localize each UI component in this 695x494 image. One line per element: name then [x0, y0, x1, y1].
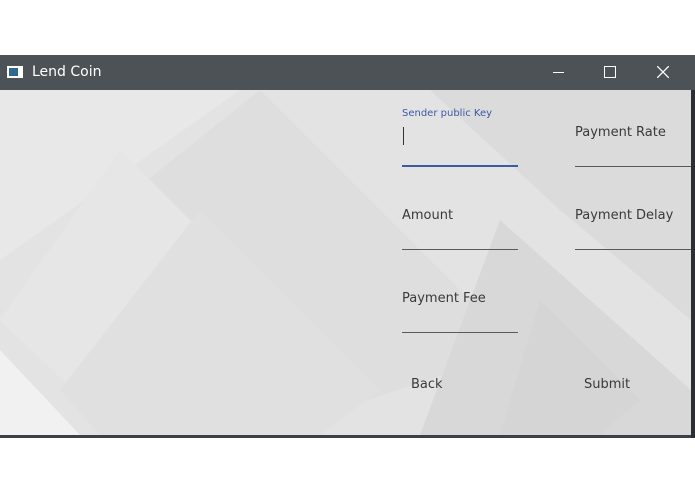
- maximize-button[interactable]: [584, 55, 636, 90]
- minimize-icon: [553, 72, 564, 73]
- app-icon: [7, 66, 23, 78]
- title-bar[interactable]: Lend Coin: [0, 55, 695, 90]
- sender-public-key-field[interactable]: Sender public Key: [402, 108, 518, 167]
- maximize-icon: [604, 66, 616, 78]
- payment-delay-field[interactable]: Payment Delay: [575, 191, 691, 250]
- close-button[interactable]: [637, 55, 689, 90]
- window-title: Lend Coin: [32, 64, 102, 80]
- sender-public-key-underline: [402, 165, 518, 167]
- form-content-area: Sender public Key Payment Rate Amount Pa…: [0, 90, 691, 435]
- payment-rate-underline: [575, 166, 691, 167]
- amount-field[interactable]: Amount: [402, 191, 518, 250]
- submit-button[interactable]: Submit: [575, 373, 639, 396]
- amount-underline: [402, 249, 518, 250]
- payment-fee-underline: [402, 332, 518, 333]
- amount-label: Amount: [402, 208, 454, 223]
- payment-delay-label: Payment Delay: [575, 208, 674, 223]
- payment-rate-field[interactable]: Payment Rate: [575, 108, 691, 167]
- sender-public-key-label: Sender public Key: [402, 108, 493, 119]
- payment-fee-field[interactable]: Payment Fee: [402, 274, 518, 333]
- back-button[interactable]: Back: [402, 373, 452, 396]
- minimize-button[interactable]: [532, 55, 584, 90]
- close-icon: [657, 66, 669, 78]
- payment-fee-label: Payment Fee: [402, 291, 486, 306]
- lend-coin-window: Lend Coin Sender public Key Payment Rate…: [0, 55, 695, 438]
- text-caret: [403, 127, 404, 145]
- payment-rate-label: Payment Rate: [575, 125, 666, 140]
- payment-delay-underline: [575, 249, 691, 250]
- window-edge: [691, 90, 695, 438]
